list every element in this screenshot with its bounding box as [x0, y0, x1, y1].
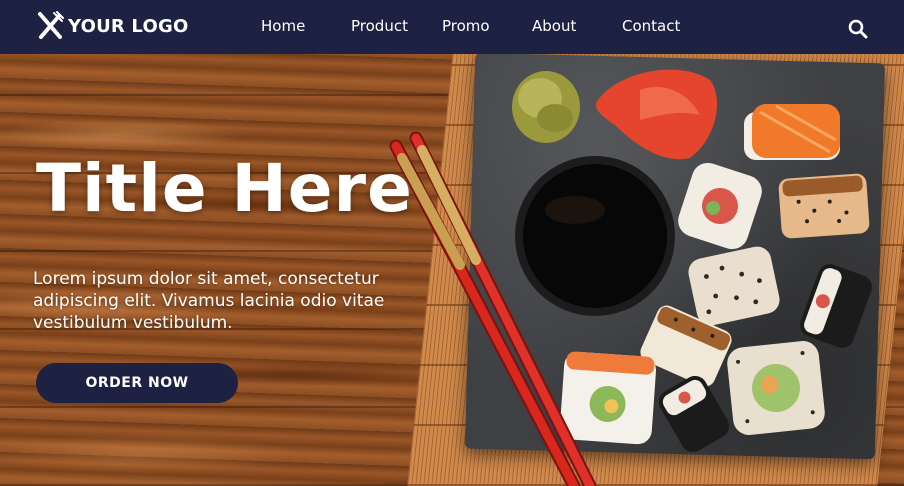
- nav-link-home[interactable]: Home: [261, 17, 305, 35]
- navbar: YOUR LOGO Home Product Promo About Conta…: [0, 0, 904, 54]
- nav-link-promo[interactable]: Promo: [442, 17, 490, 35]
- logo[interactable]: YOUR LOGO: [35, 11, 188, 41]
- nav-link-contact[interactable]: Contact: [622, 17, 680, 35]
- logo-text: YOUR LOGO: [68, 15, 189, 37]
- hero-description: Lorem ipsum dolor sit amet, consectetur …: [33, 269, 385, 333]
- nav-link-product[interactable]: Product: [351, 17, 408, 35]
- order-now-button[interactable]: ORDER NOW: [36, 363, 238, 403]
- search-icon[interactable]: [848, 19, 868, 39]
- nav-link-about[interactable]: About: [532, 17, 576, 35]
- hero-title: Title Here: [36, 150, 413, 227]
- slate-board: [464, 52, 886, 460]
- fork-knife-icon: [38, 11, 64, 39]
